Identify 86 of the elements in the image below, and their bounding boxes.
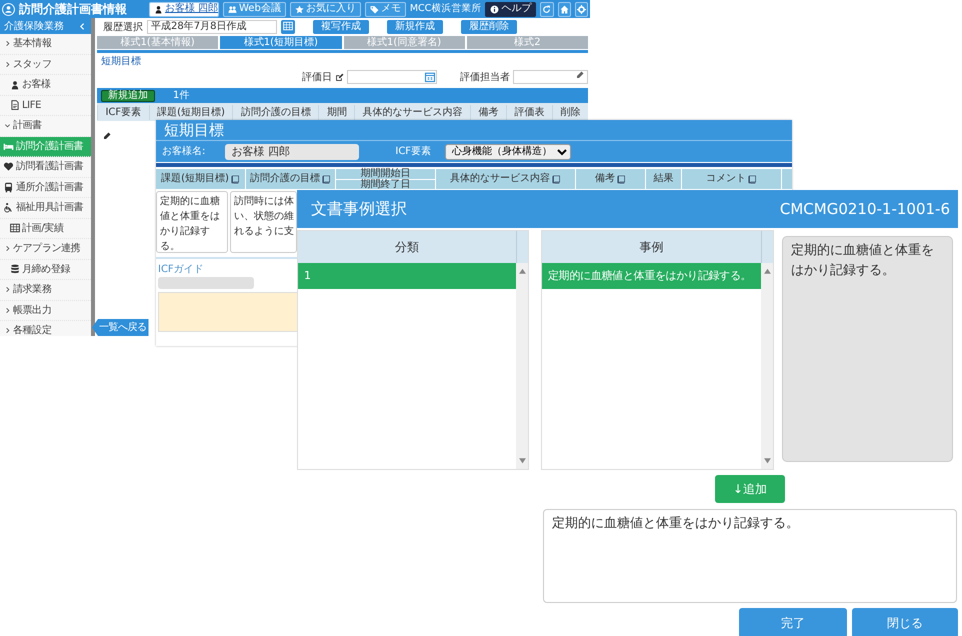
screen-code: CMCMG0210-1-1001-6 <box>780 198 950 220</box>
column-header: 具体的なサービス内容 <box>450 174 561 184</box>
sidebar-item[interactable]: スタッフ <box>0 54 91 75</box>
info-icon <box>490 4 500 14</box>
preview-box: 定期的に血糖値と体重をはかり記録する。 <box>782 236 953 462</box>
section-label: 短期目標 <box>100 54 142 69</box>
document-icon <box>10 100 20 110</box>
logo-icon <box>2 2 15 16</box>
sidebar-title: 介護保険業務 <box>4 20 64 34</box>
sidebar-item[interactable]: 各種設定 <box>0 321 91 336</box>
help-button[interactable]: ヘルプ <box>485 2 536 16</box>
wheelchair-icon <box>3 202 14 214</box>
field-label: 評価担当者 <box>460 70 510 84</box>
input-field[interactable] <box>158 277 254 289</box>
settings-icon <box>576 4 586 14</box>
field-label: 履歴選択 <box>103 20 143 34</box>
dialog-title: 短期目標 <box>156 120 792 140</box>
section-label: ICFガイド <box>158 263 204 277</box>
field-label: お客様名: <box>162 144 206 159</box>
refresh-button[interactable] <box>540 2 554 16</box>
field-label: ICF要素 <box>395 144 432 159</box>
refresh-icon <box>542 4 552 14</box>
bus-icon <box>3 182 14 193</box>
sidebar-item[interactable]: 訪問看護計画書 <box>0 157 91 178</box>
record-count: 1件 <box>173 89 190 103</box>
people-icon <box>228 4 237 14</box>
calendar-button[interactable] <box>281 20 295 34</box>
sidebar-item[interactable]: 福祉用具計画書 <box>0 198 91 218</box>
text-line: れるように支 <box>234 224 294 239</box>
star-icon <box>294 4 304 14</box>
evaluator-field[interactable] <box>513 70 588 84</box>
column-header: 訪問介護の目標 <box>250 174 331 184</box>
text-field[interactable]: 定期的に血糖値と体重をはかり記録する。 <box>156 191 228 253</box>
add-button[interactable]: 新規追加 <box>101 90 155 102</box>
scroll-down-icon <box>762 456 772 465</box>
sidebar-item[interactable]: 通所介護計画書 <box>0 178 91 198</box>
grid-icon <box>10 223 20 234</box>
column-header: コメント <box>706 174 757 184</box>
history-select[interactable]: 平成28年7月8日作成 <box>147 20 277 34</box>
sidebar-item[interactable]: 請求業務 <box>0 280 91 300</box>
scroll-up-icon <box>762 267 772 276</box>
office-name: MCC横浜営業所 <box>410 2 482 16</box>
home-icon <box>560 4 569 14</box>
pencil-icon <box>576 71 584 79</box>
sidebar-item[interactable]: ケアプラン連携 <box>0 239 91 260</box>
column-header: 分類 <box>394 239 420 256</box>
calendar-icon <box>424 71 436 83</box>
column-header: 事例 <box>638 239 664 256</box>
sidebar-item[interactable]: 基本情報 <box>0 34 91 54</box>
customer-field: お客様 四郎 <box>225 144 360 160</box>
grid-icon <box>283 21 293 32</box>
scroll-up-icon <box>518 267 526 276</box>
database-icon <box>10 264 20 274</box>
home-button[interactable] <box>558 2 571 16</box>
column-header: 結果 <box>654 174 674 184</box>
heart-icon <box>3 161 14 172</box>
date-field[interactable] <box>347 70 437 84</box>
edit-icon <box>335 72 344 82</box>
field-label: 評価日 <box>302 70 332 84</box>
column-header: 備考 <box>595 174 626 184</box>
icf-select[interactable]: 心身機能（身体構造） <box>445 144 572 160</box>
text-area[interactable]: 定期的に血糖値と体重をはかり記録する。 <box>543 509 957 603</box>
scrollbar[interactable] <box>516 263 528 469</box>
text-line: 訪問時には体 <box>234 194 294 209</box>
tag-icon <box>370 4 379 14</box>
dialog-title: 文書事例選択 <box>311 198 407 220</box>
customer-link[interactable]: お客様 四郎 <box>149 2 219 16</box>
app-title: 訪問介護計画書情報 <box>19 1 127 18</box>
column-header: 課題(短期目標) <box>161 174 240 184</box>
column-header: 期間終了日 <box>336 178 435 189</box>
scrollbar[interactable] <box>761 263 773 469</box>
sidebar-item[interactable]: 帳票出力 <box>0 300 91 321</box>
settings-button[interactable] <box>574 2 588 16</box>
text-field[interactable]: 訪問時には体 い、状態の維 れるように支 <box>230 191 297 253</box>
text-line: い、状態の維 <box>234 210 294 224</box>
sidebar-item[interactable]: 月締め登録 <box>0 260 91 280</box>
scroll-down-icon <box>518 456 526 465</box>
sidebar-item[interactable]: 計画/実績 <box>0 218 91 239</box>
column-header: 期間開始日 <box>360 169 412 178</box>
column-header: ICF要素 <box>97 105 149 120</box>
sidebar-item[interactable]: お客様 <box>0 75 91 96</box>
pencil-icon <box>103 132 111 140</box>
sidebar-item[interactable]: LIFE <box>0 96 91 116</box>
collapse-icon <box>78 22 87 30</box>
person-icon <box>154 4 163 14</box>
person-icon <box>10 80 20 90</box>
